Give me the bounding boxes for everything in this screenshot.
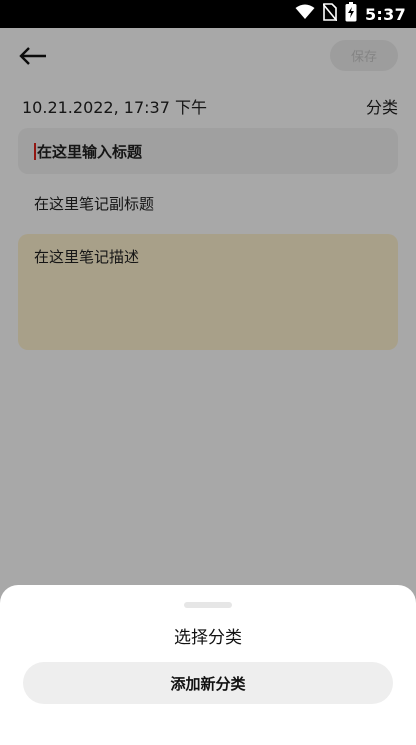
status-bar: 5:37 <box>0 0 416 28</box>
sheet-title: 选择分类 <box>174 628 242 648</box>
status-time: 5:37 <box>365 4 406 24</box>
battery-charging-icon <box>345 2 357 26</box>
category-bottom-sheet: 选择分类 添加新分类 <box>0 585 416 745</box>
add-category-button[interactable]: 添加新分类 <box>23 662 393 704</box>
wifi-icon <box>295 4 315 24</box>
status-icons: 5:37 <box>295 2 406 26</box>
no-sim-icon <box>322 3 338 25</box>
drag-handle[interactable] <box>184 602 232 608</box>
